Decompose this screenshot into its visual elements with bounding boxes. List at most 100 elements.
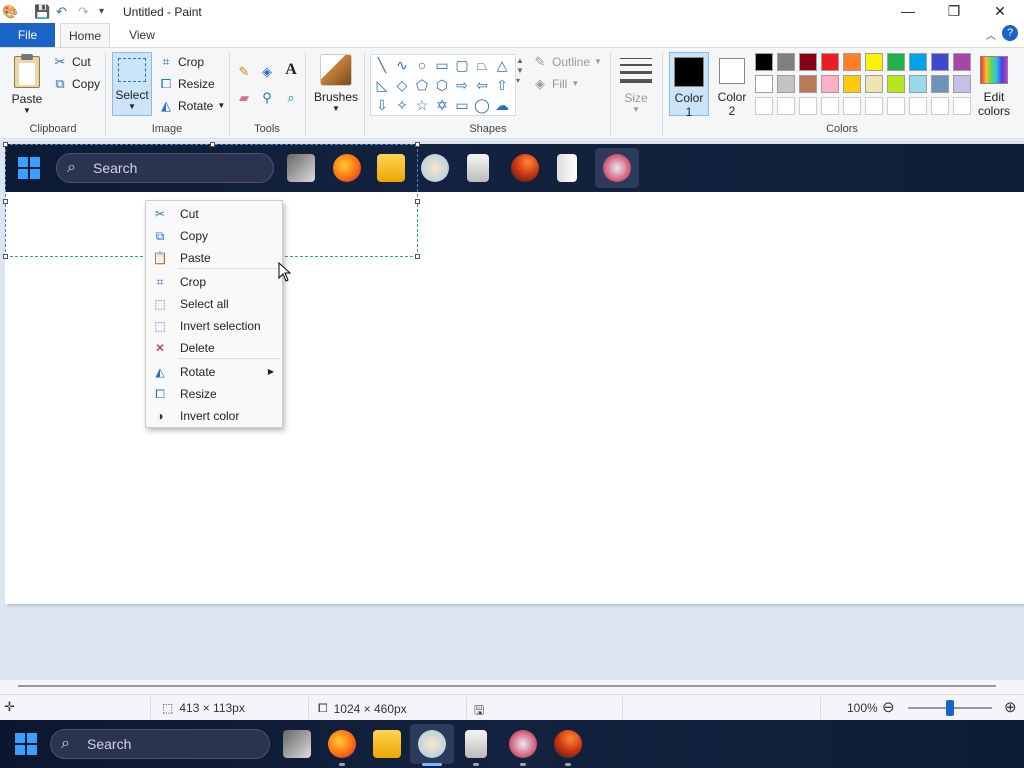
color-swatch[interactable]: [755, 75, 773, 93]
resize-handle[interactable]: [415, 199, 420, 204]
color-swatch[interactable]: [799, 75, 817, 93]
color-swatch[interactable]: [953, 75, 971, 93]
app-mask-icon[interactable]: [509, 730, 537, 758]
pencil-icon[interactable]: ✎: [236, 64, 252, 80]
brushes-button[interactable]: Brushes ▼: [314, 54, 358, 114]
down-arrow-shape-icon[interactable]: ⇩: [373, 96, 391, 114]
zoom-in-icon[interactable]: ⊕: [1004, 698, 1017, 716]
horizontal-scrollbar[interactable]: [0, 680, 1024, 694]
custom-color-slot[interactable]: [887, 97, 905, 115]
tab-view[interactable]: View: [120, 23, 164, 47]
color-swatch[interactable]: [843, 53, 861, 71]
color-swatch[interactable]: [799, 53, 817, 71]
undo-icon[interactable]: ↶: [56, 4, 67, 20]
menu-item-crop[interactable]: ⌗ Crop: [146, 271, 282, 293]
collapse-ribbon-icon[interactable]: ︿: [986, 27, 996, 42]
curve-shape-icon[interactable]: ∿: [393, 56, 411, 74]
menu-item-invert-selection[interactable]: ⬚ Invert selection: [146, 315, 282, 337]
menu-item-resize[interactable]: ⧠ Resize: [146, 383, 282, 405]
tab-home[interactable]: Home: [60, 23, 110, 47]
outline-button[interactable]: ✎ Outline ▼: [532, 52, 602, 72]
menu-item-cut[interactable]: ✂ Cut: [146, 203, 282, 225]
tab-file[interactable]: File: [0, 23, 55, 47]
text-tool-icon[interactable]: A: [283, 62, 299, 78]
resize-button[interactable]: ⧠ Resize: [158, 74, 215, 94]
task-view-icon[interactable]: [283, 730, 311, 758]
zoom-out-icon[interactable]: ⊖: [882, 698, 895, 716]
rotate-button[interactable]: ◭ Rotate ▼: [158, 96, 225, 116]
crop-button[interactable]: ⌗ Crop: [158, 52, 204, 72]
menu-item-paste[interactable]: 📋 Paste: [146, 247, 282, 269]
resize-handle[interactable]: [3, 199, 8, 204]
oval-callout-shape-icon[interactable]: ◯: [473, 96, 491, 114]
taskbar-search[interactable]: ⌕ Search: [50, 729, 270, 759]
notepad-icon[interactable]: [465, 730, 487, 758]
select-button[interactable]: Select ▼: [112, 52, 152, 116]
custom-color-slot[interactable]: [821, 97, 839, 115]
right-triangle-shape-icon[interactable]: ◺: [373, 76, 391, 94]
rounded-rectangle-shape-icon[interactable]: ▢: [453, 56, 471, 74]
hexagon-shape-icon[interactable]: ⬡: [433, 76, 451, 94]
color-swatch[interactable]: [887, 75, 905, 93]
triangle-shape-icon[interactable]: △: [493, 56, 511, 74]
resize-handle[interactable]: [210, 142, 215, 147]
pentagon-shape-icon[interactable]: ⬠: [413, 76, 431, 94]
minimize-button[interactable]: —: [885, 0, 931, 23]
color-swatch[interactable]: [909, 53, 927, 71]
custom-color-slot[interactable]: [755, 97, 773, 115]
resize-handle[interactable]: [415, 142, 420, 147]
polygon-shape-icon[interactable]: ⏢: [473, 56, 491, 74]
left-arrow-shape-icon[interactable]: ⇦: [473, 76, 491, 94]
custom-color-slot[interactable]: [843, 97, 861, 115]
menu-item-select-all[interactable]: ⬚ Select all: [146, 293, 282, 315]
file-explorer-icon[interactable]: [373, 730, 401, 758]
rounded-callout-shape-icon[interactable]: ▭: [453, 96, 471, 114]
custom-color-slot[interactable]: [931, 97, 949, 115]
color-swatch[interactable]: [953, 53, 971, 71]
menu-item-rotate[interactable]: ◭ Rotate ▶: [146, 361, 282, 383]
paste-button[interactable]: Paste ▼: [8, 54, 46, 115]
resize-handle[interactable]: [415, 254, 420, 259]
magnifier-icon[interactable]: ⌕: [283, 90, 299, 106]
size-button[interactable]: Size ▼: [618, 54, 654, 118]
start-button[interactable]: [14, 732, 38, 759]
shapes-scroll-icon[interactable]: ▲ ▼ ▾: [516, 56, 524, 86]
color-swatch[interactable]: [821, 53, 839, 71]
oval-shape-icon[interactable]: ○: [413, 56, 431, 74]
color-swatch[interactable]: [931, 53, 949, 71]
copy-button[interactable]: ⧉ Copy: [52, 74, 100, 94]
color2-button[interactable]: Color 2: [713, 52, 751, 118]
menu-item-copy[interactable]: ⧉ Copy: [146, 225, 282, 247]
up-arrow-shape-icon[interactable]: ⇧: [493, 76, 511, 94]
color-swatch[interactable]: [909, 75, 927, 93]
firefox-icon[interactable]: [328, 730, 356, 758]
color-picker-icon[interactable]: ⚲: [259, 90, 275, 106]
save-icon[interactable]: 💾: [34, 4, 50, 20]
maximize-button[interactable]: ❐: [931, 0, 977, 23]
menu-item-delete[interactable]: ✕ Delete: [146, 337, 282, 359]
resize-handle[interactable]: [3, 142, 8, 147]
line-shape-icon[interactable]: ╲: [373, 56, 391, 74]
resize-handle[interactable]: [3, 254, 8, 259]
color-swatch[interactable]: [755, 53, 773, 71]
color-swatch[interactable]: [821, 75, 839, 93]
fill-bucket-icon[interactable]: ◈: [259, 64, 275, 80]
custom-color-slot[interactable]: [799, 97, 817, 115]
six-point-star-shape-icon[interactable]: ✡: [433, 96, 451, 114]
color-swatch[interactable]: [777, 53, 795, 71]
color-swatch[interactable]: [777, 75, 795, 93]
menu-item-invert-color[interactable]: ◑ Invert color: [146, 405, 282, 427]
help-icon[interactable]: ?: [1002, 25, 1018, 41]
five-point-star-shape-icon[interactable]: ☆: [413, 96, 431, 114]
color-swatch[interactable]: [887, 53, 905, 71]
custom-color-slot[interactable]: [909, 97, 927, 115]
color-swatch[interactable]: [865, 75, 883, 93]
right-arrow-shape-icon[interactable]: ⇨: [453, 76, 471, 94]
custom-color-slot[interactable]: [953, 97, 971, 115]
zoom-slider-thumb[interactable]: [946, 700, 954, 716]
edit-colors-button[interactable]: Edit colors: [976, 54, 1012, 118]
custom-color-slot[interactable]: [865, 97, 883, 115]
rectangle-shape-icon[interactable]: ▭: [433, 56, 451, 74]
color-swatch[interactable]: [931, 75, 949, 93]
app-bird-icon[interactable]: [554, 730, 582, 758]
